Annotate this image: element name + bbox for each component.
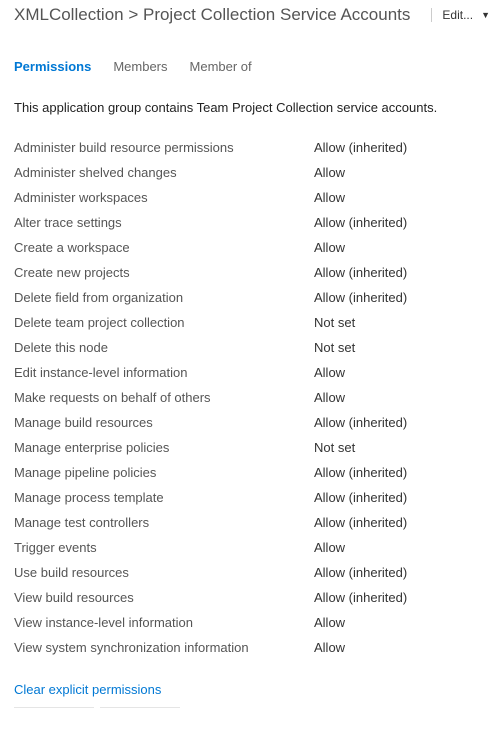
permission-value[interactable]: Allow — [314, 240, 345, 255]
tab-members[interactable]: Members — [113, 59, 167, 74]
permission-value[interactable]: Allow (inherited) — [314, 465, 407, 480]
ghost-box — [100, 707, 180, 713]
permission-name: Administer shelved changes — [14, 165, 314, 180]
permission-name: View build resources — [14, 590, 314, 605]
permission-row: View system synchronization informationA… — [14, 635, 488, 660]
permission-row: Delete team project collectionNot set — [14, 310, 488, 335]
group-description: This application group contains Team Pro… — [0, 86, 502, 135]
permission-row: Alter trace settingsAllow (inherited) — [14, 210, 488, 235]
permission-name: Administer build resource permissions — [14, 140, 314, 155]
permission-value[interactable]: Allow (inherited) — [314, 265, 407, 280]
breadcrumb: XMLCollection > Project Collection Servi… — [14, 5, 410, 25]
permission-value[interactable]: Allow — [314, 640, 345, 655]
permission-row: Delete this nodeNot set — [14, 335, 488, 360]
permission-row: Edit instance-level informationAllow — [14, 360, 488, 385]
permission-row: Manage enterprise policiesNot set — [14, 435, 488, 460]
tab-bar: Permissions Members Member of — [0, 35, 502, 86]
permission-value[interactable]: Allow (inherited) — [314, 490, 407, 505]
permission-row: Create a workspaceAllow — [14, 235, 488, 260]
tab-permissions[interactable]: Permissions — [14, 59, 91, 74]
permission-value[interactable]: Allow — [314, 365, 345, 380]
permission-row: Manage pipeline policiesAllow (inherited… — [14, 460, 488, 485]
edit-menu-button[interactable]: Edit... ▼ — [431, 8, 490, 22]
permission-value[interactable]: Allow (inherited) — [314, 415, 407, 430]
permission-value[interactable]: Not set — [314, 315, 355, 330]
permission-row: Manage build resourcesAllow (inherited) — [14, 410, 488, 435]
permission-row: Manage process templateAllow (inherited) — [14, 485, 488, 510]
permission-value[interactable]: Allow — [314, 615, 345, 630]
footer-placeholder — [0, 707, 502, 723]
tab-member-of[interactable]: Member of — [190, 59, 252, 74]
permission-name: Use build resources — [14, 565, 314, 580]
permission-name: Manage test controllers — [14, 515, 314, 530]
permission-row: Use build resourcesAllow (inherited) — [14, 560, 488, 585]
permission-value[interactable]: Not set — [314, 440, 355, 455]
page-header: XMLCollection > Project Collection Servi… — [0, 0, 502, 35]
ghost-box — [14, 707, 94, 713]
permission-value[interactable]: Allow (inherited) — [314, 215, 407, 230]
permission-value[interactable]: Allow — [314, 540, 345, 555]
permission-value[interactable]: Allow — [314, 190, 345, 205]
permission-name: Delete this node — [14, 340, 314, 355]
permission-row: Delete field from organizationAllow (inh… — [14, 285, 488, 310]
permission-name: Create new projects — [14, 265, 314, 280]
permission-row: Administer build resource permissionsAll… — [14, 135, 488, 160]
permission-name: Manage build resources — [14, 415, 314, 430]
permission-row: View instance-level informationAllow — [14, 610, 488, 635]
permission-name: Alter trace settings — [14, 215, 314, 230]
permission-value[interactable]: Not set — [314, 340, 355, 355]
permission-name: Edit instance-level information — [14, 365, 314, 380]
permission-name: Create a workspace — [14, 240, 314, 255]
permission-value[interactable]: Allow (inherited) — [314, 290, 407, 305]
permissions-list: Administer build resource permissionsAll… — [0, 135, 502, 660]
permission-row: Trigger eventsAllow — [14, 535, 488, 560]
edit-menu-label: Edit... — [442, 8, 473, 22]
permission-name: Trigger events — [14, 540, 314, 555]
permission-name: Administer workspaces — [14, 190, 314, 205]
permission-name: Delete team project collection — [14, 315, 314, 330]
permission-value[interactable]: Allow — [314, 165, 345, 180]
permission-name: View instance-level information — [14, 615, 314, 630]
permission-row: Administer workspacesAllow — [14, 185, 488, 210]
permission-name: Manage enterprise policies — [14, 440, 314, 455]
permission-value[interactable]: Allow (inherited) — [314, 140, 407, 155]
permission-row: View build resourcesAllow (inherited) — [14, 585, 488, 610]
permission-name: Manage process template — [14, 490, 314, 505]
permission-name: View system synchronization information — [14, 640, 314, 655]
permission-name: Manage pipeline policies — [14, 465, 314, 480]
permission-name: Make requests on behalf of others — [14, 390, 314, 405]
permission-value[interactable]: Allow (inherited) — [314, 590, 407, 605]
permission-value[interactable]: Allow (inherited) — [314, 565, 407, 580]
clear-explicit-permissions-link[interactable]: Clear explicit permissions — [0, 660, 175, 707]
permission-row: Administer shelved changesAllow — [14, 160, 488, 185]
permission-value[interactable]: Allow (inherited) — [314, 515, 407, 530]
permission-row: Make requests on behalf of othersAllow — [14, 385, 488, 410]
permission-row: Manage test controllersAllow (inherited) — [14, 510, 488, 535]
permission-row: Create new projectsAllow (inherited) — [14, 260, 488, 285]
permission-name: Delete field from organization — [14, 290, 314, 305]
chevron-down-icon: ▼ — [481, 10, 490, 20]
permission-value[interactable]: Allow — [314, 390, 345, 405]
